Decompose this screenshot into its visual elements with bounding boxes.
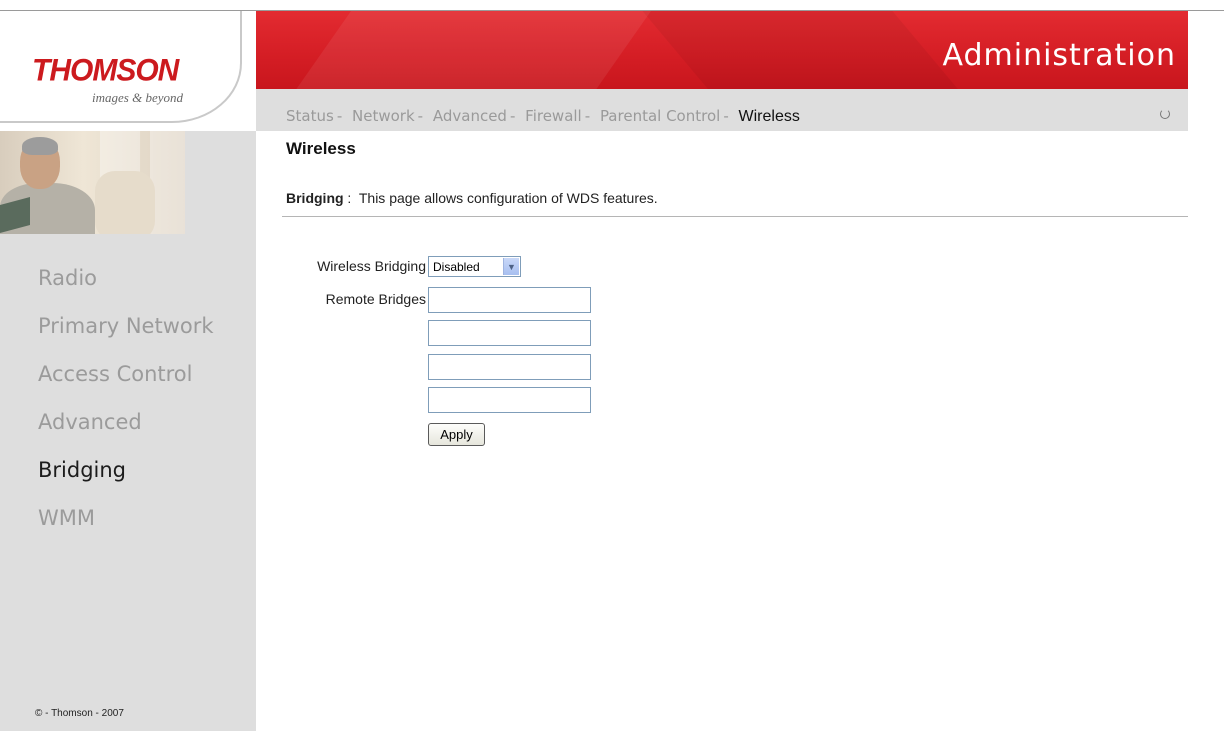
tab-separator: - [584,107,591,125]
sidebar-item-wmm[interactable]: WMM [38,506,214,554]
sidebar: THOMSON images & beyond Radio Primary Ne… [0,11,256,731]
sidebar-item-radio[interactable]: Radio [38,266,214,314]
tab-separator: - [336,107,343,125]
copyright: © - Thomson - 2007 [35,708,124,719]
remote-bridge-input-1[interactable] [428,287,591,313]
tab-advanced[interactable]: Advanced [433,107,507,125]
spinner-icon [1160,109,1170,119]
logo-text: THOMSON [32,53,179,88]
tab-separator: - [509,107,516,125]
apply-button[interactable]: Apply [428,423,485,446]
tab-network[interactable]: Network [352,107,415,125]
logo: THOMSON images & beyond [0,11,256,131]
remote-bridge-input-4[interactable] [428,387,591,413]
tab-status[interactable]: Status [286,107,334,125]
description-text: : This page allows configuration of WDS … [343,190,658,206]
logo-tagline: images & beyond [92,90,183,105]
page-title: Wireless [286,139,356,158]
tab-separator: - [723,107,729,125]
chevron-down-icon[interactable]: ▼ [503,258,519,275]
page-description: Bridging : This page allows configuratio… [286,190,658,206]
divider [282,216,1188,217]
sidebar-item-advanced[interactable]: Advanced [38,410,214,458]
sidebar-photo [0,131,185,234]
sidebar-item-access-control[interactable]: Access Control [38,362,214,410]
wireless-bridging-value: Disabled [433,260,480,274]
tab-wireless[interactable]: Wireless [739,108,800,125]
tab-separator: - [417,107,424,125]
tab-firewall[interactable]: Firewall [525,107,582,125]
description-label: Bridging [286,190,344,206]
wireless-bridging-label: Wireless Bridging [317,258,426,274]
wireless-bridging-select[interactable]: Disabled ▼ [428,256,521,277]
sidebar-nav: Radio Primary Network Access Control Adv… [38,266,214,554]
page-header-title: Administration [942,38,1176,73]
remote-bridge-input-3[interactable] [428,354,591,380]
tab-parental-control[interactable]: Parental Control [600,107,720,125]
top-nav: Status - Network - Advanced - Firewall - Par… [256,89,1188,131]
remote-bridges-label: Remote Bridges [325,291,426,307]
sidebar-item-bridging[interactable]: Bridging [38,458,214,506]
header-banner: Administration [256,11,1188,89]
remote-bridge-input-2[interactable] [428,320,591,346]
sidebar-item-primary-network[interactable]: Primary Network [38,314,214,362]
